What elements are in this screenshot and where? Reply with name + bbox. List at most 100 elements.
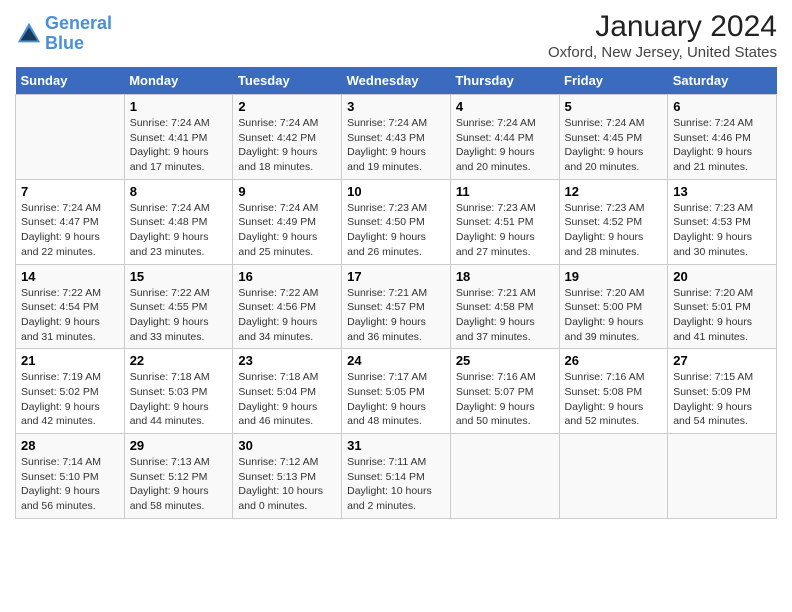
day-number: 23 <box>238 353 336 368</box>
calendar-cell: 18 Sunrise: 7:21 AM Sunset: 4:58 PM Dayl… <box>450 264 559 349</box>
sunrise-text: Sunrise: 7:18 AM <box>130 370 228 385</box>
sunset-text: Sunset: 4:48 PM <box>130 215 228 230</box>
sunset-text: Sunset: 4:56 PM <box>238 300 336 315</box>
sunrise-text: Sunrise: 7:24 AM <box>130 201 228 216</box>
sunrise-text: Sunrise: 7:24 AM <box>347 116 445 131</box>
daylight-text: Daylight: 9 hours and 20 minutes. <box>565 145 663 174</box>
day-number: 8 <box>130 184 228 199</box>
daylight-text: Daylight: 9 hours and 20 minutes. <box>456 145 554 174</box>
day-number: 25 <box>456 353 554 368</box>
calendar-cell: 27 Sunrise: 7:15 AM Sunset: 5:09 PM Dayl… <box>668 349 777 434</box>
calendar-subtitle: Oxford, New Jersey, United States <box>548 44 777 61</box>
daylight-text: Daylight: 9 hours and 23 minutes. <box>130 230 228 259</box>
day-of-week-header: Friday <box>559 67 668 95</box>
calendar-cell: 7 Sunrise: 7:24 AM Sunset: 4:47 PM Dayli… <box>16 179 125 264</box>
daylight-text: Daylight: 9 hours and 56 minutes. <box>21 484 119 513</box>
day-info: Sunrise: 7:18 AM Sunset: 5:03 PM Dayligh… <box>130 370 228 429</box>
sunrise-text: Sunrise: 7:14 AM <box>21 455 119 470</box>
day-info: Sunrise: 7:13 AM Sunset: 5:12 PM Dayligh… <box>130 455 228 514</box>
calendar-table: SundayMondayTuesdayWednesdayThursdayFrid… <box>15 67 777 519</box>
sunset-text: Sunset: 4:53 PM <box>673 215 771 230</box>
sunrise-text: Sunrise: 7:12 AM <box>238 455 336 470</box>
calendar-week-row: 28 Sunrise: 7:14 AM Sunset: 5:10 PM Dayl… <box>16 434 777 519</box>
calendar-cell: 20 Sunrise: 7:20 AM Sunset: 5:01 PM Dayl… <box>668 264 777 349</box>
sunset-text: Sunset: 4:46 PM <box>673 131 771 146</box>
sunrise-text: Sunrise: 7:13 AM <box>130 455 228 470</box>
calendar-cell: 6 Sunrise: 7:24 AM Sunset: 4:46 PM Dayli… <box>668 95 777 180</box>
day-info: Sunrise: 7:16 AM Sunset: 5:08 PM Dayligh… <box>565 370 663 429</box>
day-number: 27 <box>673 353 771 368</box>
sunset-text: Sunset: 4:42 PM <box>238 131 336 146</box>
calendar-week-row: 7 Sunrise: 7:24 AM Sunset: 4:47 PM Dayli… <box>16 179 777 264</box>
calendar-cell: 1 Sunrise: 7:24 AM Sunset: 4:41 PM Dayli… <box>124 95 233 180</box>
daylight-text: Daylight: 9 hours and 19 minutes. <box>347 145 445 174</box>
day-info: Sunrise: 7:16 AM Sunset: 5:07 PM Dayligh… <box>456 370 554 429</box>
daylight-text: Daylight: 9 hours and 52 minutes. <box>565 400 663 429</box>
day-number: 21 <box>21 353 119 368</box>
daylight-text: Daylight: 9 hours and 25 minutes. <box>238 230 336 259</box>
day-info: Sunrise: 7:17 AM Sunset: 5:05 PM Dayligh… <box>347 370 445 429</box>
day-info: Sunrise: 7:14 AM Sunset: 5:10 PM Dayligh… <box>21 455 119 514</box>
daylight-text: Daylight: 9 hours and 58 minutes. <box>130 484 228 513</box>
day-number: 29 <box>130 438 228 453</box>
day-info: Sunrise: 7:19 AM Sunset: 5:02 PM Dayligh… <box>21 370 119 429</box>
day-of-week-header: Sunday <box>16 67 125 95</box>
day-number: 17 <box>347 269 445 284</box>
day-number: 4 <box>456 99 554 114</box>
day-info: Sunrise: 7:15 AM Sunset: 5:09 PM Dayligh… <box>673 370 771 429</box>
day-of-week-header: Tuesday <box>233 67 342 95</box>
sunrise-text: Sunrise: 7:19 AM <box>21 370 119 385</box>
calendar-cell: 15 Sunrise: 7:22 AM Sunset: 4:55 PM Dayl… <box>124 264 233 349</box>
calendar-cell <box>16 95 125 180</box>
sunrise-text: Sunrise: 7:20 AM <box>565 286 663 301</box>
sunrise-text: Sunrise: 7:23 AM <box>347 201 445 216</box>
calendar-cell: 9 Sunrise: 7:24 AM Sunset: 4:49 PM Dayli… <box>233 179 342 264</box>
sunrise-text: Sunrise: 7:15 AM <box>673 370 771 385</box>
daylight-text: Daylight: 9 hours and 17 minutes. <box>130 145 228 174</box>
calendar-cell: 16 Sunrise: 7:22 AM Sunset: 4:56 PM Dayl… <box>233 264 342 349</box>
daylight-text: Daylight: 9 hours and 34 minutes. <box>238 315 336 344</box>
day-number: 1 <box>130 99 228 114</box>
day-info: Sunrise: 7:12 AM Sunset: 5:13 PM Dayligh… <box>238 455 336 514</box>
calendar-cell: 24 Sunrise: 7:17 AM Sunset: 5:05 PM Dayl… <box>342 349 451 434</box>
sunrise-text: Sunrise: 7:21 AM <box>347 286 445 301</box>
day-of-week-header: Monday <box>124 67 233 95</box>
sunset-text: Sunset: 5:07 PM <box>456 385 554 400</box>
day-number: 15 <box>130 269 228 284</box>
day-number: 28 <box>21 438 119 453</box>
day-info: Sunrise: 7:24 AM Sunset: 4:47 PM Dayligh… <box>21 201 119 260</box>
day-info: Sunrise: 7:24 AM Sunset: 4:45 PM Dayligh… <box>565 116 663 175</box>
daylight-text: Daylight: 9 hours and 30 minutes. <box>673 230 771 259</box>
day-number: 7 <box>21 184 119 199</box>
day-number: 14 <box>21 269 119 284</box>
calendar-cell: 25 Sunrise: 7:16 AM Sunset: 5:07 PM Dayl… <box>450 349 559 434</box>
calendar-cell: 12 Sunrise: 7:23 AM Sunset: 4:52 PM Dayl… <box>559 179 668 264</box>
day-number: 5 <box>565 99 663 114</box>
day-number: 16 <box>238 269 336 284</box>
calendar-cell: 19 Sunrise: 7:20 AM Sunset: 5:00 PM Dayl… <box>559 264 668 349</box>
day-number: 10 <box>347 184 445 199</box>
calendar-week-row: 14 Sunrise: 7:22 AM Sunset: 4:54 PM Dayl… <box>16 264 777 349</box>
daylight-text: Daylight: 9 hours and 46 minutes. <box>238 400 336 429</box>
day-number: 20 <box>673 269 771 284</box>
daylight-text: Daylight: 9 hours and 27 minutes. <box>456 230 554 259</box>
daylight-text: Daylight: 9 hours and 31 minutes. <box>21 315 119 344</box>
calendar-cell <box>559 434 668 519</box>
sunrise-text: Sunrise: 7:21 AM <box>456 286 554 301</box>
day-number: 3 <box>347 99 445 114</box>
day-number: 26 <box>565 353 663 368</box>
sunrise-text: Sunrise: 7:24 AM <box>673 116 771 131</box>
sunset-text: Sunset: 4:45 PM <box>565 131 663 146</box>
day-number: 19 <box>565 269 663 284</box>
calendar-cell: 14 Sunrise: 7:22 AM Sunset: 4:54 PM Dayl… <box>16 264 125 349</box>
day-info: Sunrise: 7:23 AM Sunset: 4:53 PM Dayligh… <box>673 201 771 260</box>
sunrise-text: Sunrise: 7:22 AM <box>130 286 228 301</box>
calendar-cell: 5 Sunrise: 7:24 AM Sunset: 4:45 PM Dayli… <box>559 95 668 180</box>
sunset-text: Sunset: 5:05 PM <box>347 385 445 400</box>
sunrise-text: Sunrise: 7:23 AM <box>456 201 554 216</box>
day-info: Sunrise: 7:23 AM Sunset: 4:50 PM Dayligh… <box>347 201 445 260</box>
daylight-text: Daylight: 9 hours and 54 minutes. <box>673 400 771 429</box>
title-block: January 2024 Oxford, New Jersey, United … <box>548 10 777 61</box>
day-of-week-header: Saturday <box>668 67 777 95</box>
daylight-text: Daylight: 9 hours and 37 minutes. <box>456 315 554 344</box>
